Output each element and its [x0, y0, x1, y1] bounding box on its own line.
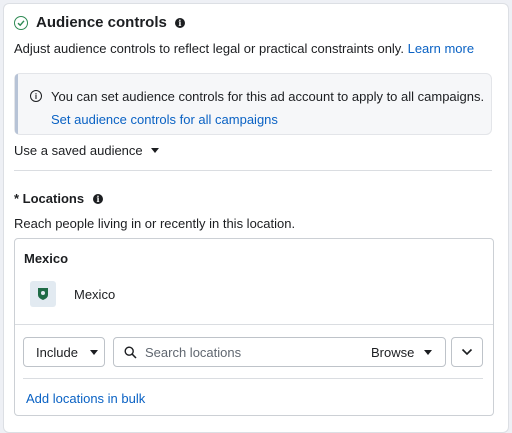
browse-dropdown[interactable]: Browse [371, 345, 433, 360]
learn-more-link[interactable]: Learn more [408, 41, 474, 56]
divider [23, 378, 483, 379]
saved-audience-label: Use a saved audience [14, 143, 143, 158]
location-pin-icon [30, 281, 56, 307]
search-icon [124, 346, 137, 359]
audience-controls-description: Adjust audience controls to reflect lega… [14, 41, 475, 56]
check-circle-icon [14, 15, 28, 30]
audience-controls-title: Audience controls [36, 14, 167, 31]
audience-controls-header: Audience controls i [14, 14, 185, 31]
search-placeholder: Search locations [145, 345, 242, 360]
locations-header: * Locations i [14, 191, 104, 206]
caret-down-icon [89, 349, 98, 355]
add-locations-in-bulk-link[interactable]: Add locations in bulk [26, 391, 145, 406]
caret-down-icon [424, 350, 433, 355]
info-circle-icon: i [30, 90, 42, 102]
locations-title: * Locations [14, 191, 85, 206]
include-label: Include [36, 344, 78, 360]
info-icon[interactable]: i [174, 17, 185, 28]
info-banner-message: You can set audience controls for this a… [51, 89, 485, 104]
locations-description: Reach people living in or recently in th… [14, 216, 296, 231]
expand-button[interactable] [451, 337, 483, 367]
include-dropdown[interactable]: Include [23, 337, 105, 367]
info-banner-accent [15, 74, 18, 134]
divider [15, 324, 493, 325]
saved-audience-dropdown[interactable]: Use a saved audience [14, 143, 159, 158]
country-heading: Mexico [24, 251, 69, 266]
browse-label: Browse [371, 345, 415, 360]
caret-down-icon [150, 148, 159, 153]
location-item: Mexico [74, 287, 116, 302]
info-banner: i You can set audience controls for this… [14, 73, 492, 135]
set-audience-controls-link[interactable]: Set audience controls for all campaigns [51, 112, 278, 127]
info-icon[interactable]: i [93, 193, 104, 204]
divider [14, 170, 492, 171]
locations-box [14, 238, 494, 416]
chevron-down-icon [461, 348, 473, 356]
